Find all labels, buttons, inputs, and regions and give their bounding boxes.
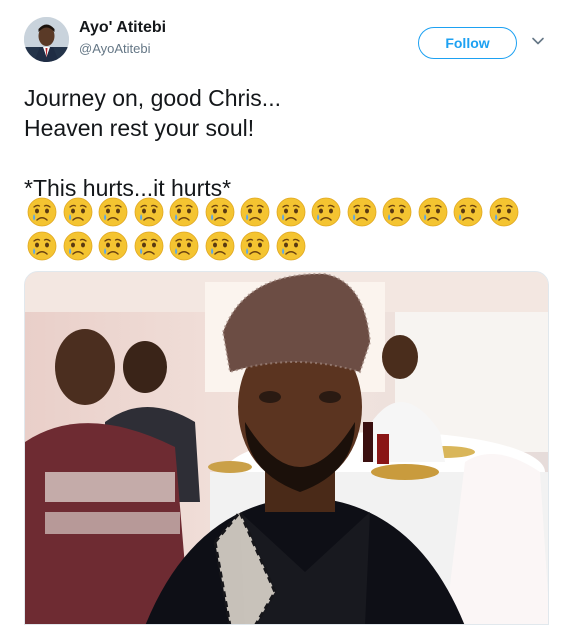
- crying-face-icon: [131, 196, 167, 227]
- emoji-row: [24, 196, 522, 227]
- follow-button[interactable]: Follow: [418, 27, 517, 59]
- crying-face-icon: [237, 230, 273, 261]
- avatar[interactable]: [24, 17, 69, 62]
- tweet-text: Journey on, good Chris... Heaven rest yo…: [24, 85, 281, 201]
- crying-face-icon: [24, 196, 60, 227]
- crying-face-icon: [24, 230, 60, 261]
- crying-face-icon: [379, 196, 415, 227]
- tweet-photo[interactable]: [24, 271, 549, 625]
- crying-face-icon: [60, 230, 96, 261]
- tweet-card: Ayo' Atitebi @AyoAtitebi Follow Journey …: [0, 0, 563, 625]
- crying-face-icon: [131, 230, 167, 261]
- crying-face-icon: [308, 196, 344, 227]
- user-handle[interactable]: @AyoAtitebi: [79, 41, 151, 56]
- crying-face-icon: [450, 196, 486, 227]
- crying-face-icon: [486, 196, 522, 227]
- chevron-down-icon[interactable]: [530, 33, 546, 49]
- crying-face-icon: [273, 196, 309, 227]
- display-name[interactable]: Ayo' Atitebi: [79, 19, 166, 37]
- crying-face-icon: [202, 230, 238, 261]
- crying-face-icon: [166, 196, 202, 227]
- crying-face-icon: [415, 196, 451, 227]
- emoji-row: [24, 230, 309, 261]
- crying-face-icon: [95, 196, 131, 227]
- crying-face-icon: [344, 196, 380, 227]
- crying-face-icon: [202, 196, 238, 227]
- crying-face-icon: [166, 230, 202, 261]
- crying-face-icon: [60, 196, 96, 227]
- crying-face-icon: [95, 230, 131, 261]
- crying-face-icon: [273, 230, 309, 261]
- crying-face-icon: [237, 196, 273, 227]
